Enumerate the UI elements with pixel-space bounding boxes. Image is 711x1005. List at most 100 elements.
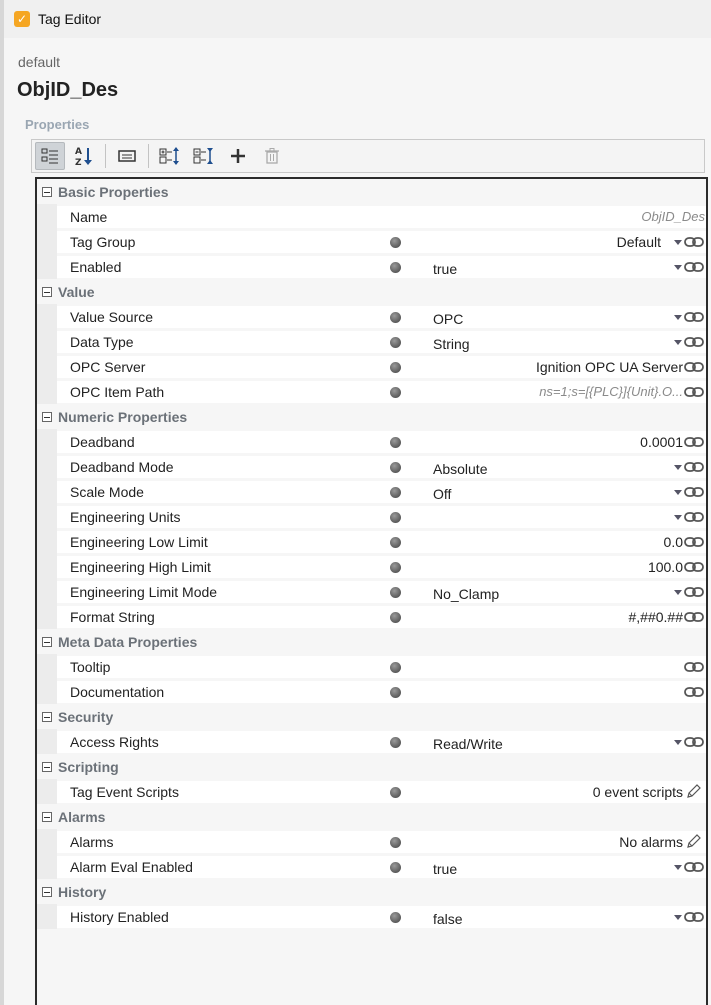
link-icon[interactable] [684,461,704,473]
property-row-tag-event-scripts[interactable]: Tag Event Scripts 0 event scripts [37,779,706,804]
category-alarms[interactable]: Alarms [37,804,706,829]
property-value-cell[interactable]: String [420,331,706,353]
property-row-engineering-low-limit[interactable]: Engineering Low Limit 0.0 [37,529,706,554]
binding-status-icon[interactable] [389,661,401,673]
collapse-toggle-icon[interactable] [42,812,52,822]
link-icon[interactable] [684,386,704,398]
collapse-toggle-icon[interactable] [42,287,52,297]
dropdown-arrow-icon[interactable] [674,740,682,745]
categorized-view-button[interactable] [35,142,65,170]
property-row-deadband[interactable]: Deadband 0.0001 [37,429,706,454]
property-row-opc-server[interactable]: OPC Server Ignition OPC UA Server [37,354,706,379]
dropdown-arrow-icon[interactable] [674,265,682,270]
property-row-engineering-high-limit[interactable]: Engineering High Limit 100.0 [37,554,706,579]
delete-property-button[interactable] [257,142,287,170]
property-value-cell[interactable]: Absolute [420,456,706,478]
property-row-value-source[interactable]: Value Source OPC [37,304,706,329]
dropdown-arrow-icon[interactable] [674,465,682,470]
property-value-cell[interactable] [420,681,706,703]
link-icon[interactable] [684,311,704,323]
binding-status-icon[interactable] [389,911,401,923]
property-row-alarms[interactable]: Alarms No alarms [37,829,706,854]
collapse-toggle-icon[interactable] [42,412,52,422]
property-value-cell[interactable]: Off [420,481,706,503]
property-value-cell[interactable] [420,656,706,678]
binding-status-icon[interactable] [389,536,401,548]
link-icon[interactable] [684,361,704,373]
link-icon[interactable] [684,586,704,598]
property-row-engineering-units[interactable]: Engineering Units [37,504,706,529]
binding-status-icon[interactable] [389,311,401,323]
binding-status-icon[interactable] [389,236,401,248]
link-icon[interactable] [684,336,704,348]
property-value-cell[interactable]: Read/Write [420,731,706,753]
binding-status-icon[interactable] [389,261,401,273]
link-icon[interactable] [684,686,704,698]
link-icon[interactable] [684,661,704,673]
category-numeric-properties[interactable]: Numeric Properties [37,404,706,429]
property-value-cell[interactable]: No_Clamp [420,581,706,603]
dropdown-arrow-icon[interactable] [674,915,682,920]
property-row-tag-group[interactable]: Tag Group Default [37,229,706,254]
expand-all-button[interactable] [155,142,185,170]
dropdown-arrow-icon[interactable] [674,590,682,595]
binding-status-icon[interactable] [389,336,401,348]
collapse-all-button[interactable] [189,142,219,170]
link-icon[interactable] [684,536,704,548]
link-icon[interactable] [684,511,704,523]
description-toggle-button[interactable] [112,142,142,170]
binding-status-icon[interactable] [389,511,401,523]
property-value-cell[interactable]: 0.0001 [420,431,706,453]
dropdown-arrow-icon[interactable] [674,315,682,320]
dropdown-arrow-icon[interactable] [674,865,682,870]
category-meta-data-properties[interactable]: Meta Data Properties [37,629,706,654]
pencil-icon[interactable] [686,783,702,799]
dropdown-arrow-icon[interactable] [674,340,682,345]
binding-status-icon[interactable] [389,436,401,448]
link-icon[interactable] [684,261,704,273]
binding-status-icon[interactable] [389,386,401,398]
property-value-cell[interactable]: false [420,906,706,928]
property-row-format-string[interactable]: Format String #,##0.## [37,604,706,629]
binding-status-icon[interactable] [389,786,401,798]
binding-status-icon[interactable] [389,461,401,473]
property-row-enabled[interactable]: Enabled true [37,254,706,279]
category-scripting[interactable]: Scripting [37,754,706,779]
category-history[interactable]: History [37,879,706,904]
link-icon[interactable] [684,611,704,623]
collapse-toggle-icon[interactable] [42,637,52,647]
binding-status-icon[interactable] [389,611,401,623]
category-security[interactable]: Security [37,704,706,729]
link-icon[interactable] [684,861,704,873]
link-icon[interactable] [684,911,704,923]
dropdown-arrow-icon[interactable] [674,490,682,495]
property-row-alarm-eval-enabled[interactable]: Alarm Eval Enabled true [37,854,706,879]
sort-alphabetical-button[interactable]: A Z [69,142,99,170]
add-property-button[interactable] [223,142,253,170]
property-value-cell[interactable]: ns=1;s=[{PLC}]{Unit}.O... [420,381,706,403]
property-value-cell[interactable]: 0.0 [420,531,706,553]
property-row-tooltip[interactable]: Tooltip [37,654,706,679]
property-value-cell[interactable]: 100.0 [420,556,706,578]
property-value-cell[interactable]: No alarms [420,831,706,853]
property-row-name[interactable]: Name ObjID_Des [37,204,706,229]
link-icon[interactable] [684,486,704,498]
binding-status-icon[interactable] [389,736,401,748]
collapse-toggle-icon[interactable] [42,762,52,772]
property-row-engineering-limit-mode[interactable]: Engineering Limit Mode No_Clamp [37,579,706,604]
category-value[interactable]: Value [37,279,706,304]
link-icon[interactable] [684,236,704,248]
dropdown-arrow-icon[interactable] [674,515,682,520]
property-value-cell[interactable] [420,506,706,528]
collapse-toggle-icon[interactable] [42,712,52,722]
collapse-toggle-icon[interactable] [42,187,52,197]
binding-status-icon[interactable] [389,686,401,698]
binding-status-icon[interactable] [389,861,401,873]
dropdown-arrow-icon[interactable] [674,240,682,245]
pencil-icon[interactable] [686,833,702,849]
link-icon[interactable] [684,736,704,748]
binding-status-icon[interactable] [389,486,401,498]
collapse-toggle-icon[interactable] [42,887,52,897]
link-icon[interactable] [684,436,704,448]
property-value-cell[interactable]: true [420,256,706,278]
